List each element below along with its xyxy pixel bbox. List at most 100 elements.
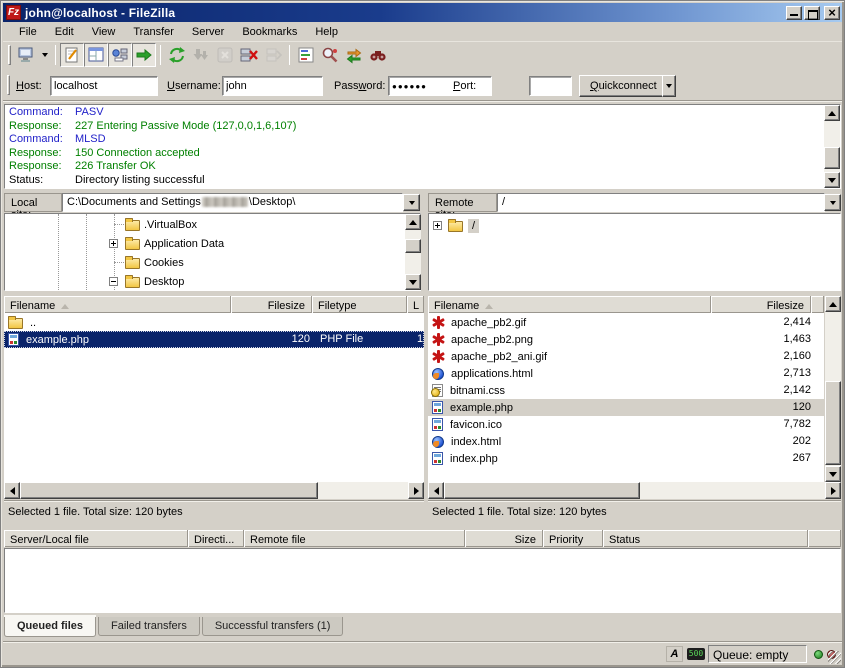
port-input[interactable] [529,76,572,96]
expand-icon[interactable] [433,221,442,230]
file-row[interactable]: bitnami.css2,142 [428,382,824,399]
remote-list-scrollbar[interactable] [825,296,841,482]
php-file-icon [8,333,19,346]
tree-item[interactable]: / [429,216,840,235]
toggle-local-tree-button[interactable] [84,43,108,67]
column-last-modified[interactable]: L [407,296,424,313]
file-row[interactable]: applications.html2,713 [428,365,824,382]
scroll-up-button[interactable] [824,105,840,121]
scroll-thumb[interactable] [405,239,421,253]
local-file-list[interactable]: .. example.php 120 PHP File 1 [4,313,424,482]
minimize-button[interactable] [786,6,802,20]
remote-site-dropdown[interactable] [824,194,841,211]
scroll-left-button[interactable] [4,482,20,499]
remote-directory-tree[interactable]: / [428,213,841,291]
file-row[interactable]: index.html202 [428,433,824,450]
close-button[interactable] [824,6,840,20]
local-site-dropdown[interactable] [403,194,420,211]
menu-help[interactable]: Help [306,23,347,41]
scroll-up-button[interactable] [405,214,421,230]
file-row[interactable]: apache_pb2.gif2,414 [428,314,824,331]
site-manager-dropdown[interactable] [38,44,51,66]
tree-item[interactable]: Desktop [5,272,420,291]
transfer-queue-list[interactable] [4,548,841,613]
column-server-local-file[interactable]: Server/Local file [4,530,188,547]
scroll-down-button[interactable] [405,274,421,290]
tab-successful-transfers[interactable]: Successful transfers (1) [202,617,344,636]
column-size[interactable]: Size [465,530,543,547]
refresh-button[interactable] [165,43,189,67]
column-filename[interactable]: Filename [4,296,231,313]
local-tree-scrollbar[interactable] [405,214,421,290]
remote-file-list[interactable]: apache_pb2.gif2,414 apache_pb2.png1,463 … [428,313,824,482]
column-status[interactable]: Status [603,530,808,547]
scroll-up-button[interactable] [825,296,841,312]
tree-item[interactable]: Cookies [5,253,420,272]
column-filename[interactable]: Filename [428,296,711,313]
menu-edit[interactable]: Edit [46,23,83,41]
synchronized-browsing-button[interactable] [342,43,366,67]
menu-view[interactable]: View [83,23,125,41]
filter-button[interactable] [294,43,318,67]
toggle-message-log-button[interactable] [60,43,84,67]
message-log[interactable]: Command:PASV Response:227 Entering Passi… [4,104,841,189]
remote-site-combobox[interactable]: / [497,193,825,212]
column-filesize[interactable]: Filesize [231,296,312,313]
file-row[interactable]: index.php267 [428,450,824,467]
host-input[interactable] [50,76,158,96]
maximize-button[interactable] [804,6,820,20]
collapse-icon[interactable] [109,277,118,286]
scroll-thumb[interactable] [444,482,640,499]
toolbar-grip[interactable] [8,45,11,65]
file-row-selected[interactable]: example.php120 [428,399,824,416]
menu-server[interactable]: Server [183,23,233,41]
column-filesize[interactable]: Filesize [711,296,811,313]
scroll-right-button[interactable] [825,482,841,499]
tree-item[interactable]: Application Data [5,234,420,253]
file-row[interactable]: .. [4,314,424,331]
title-bar[interactable]: Fz john@localhost - FileZilla [3,3,842,22]
log-scrollbar[interactable] [824,105,840,188]
column-direction[interactable]: Directi... [188,530,244,547]
quickconnect-grip[interactable] [7,75,10,95]
resize-grip[interactable] [828,651,841,664]
scroll-left-button[interactable] [428,482,444,499]
column-priority[interactable]: Priority [543,530,603,547]
username-input[interactable] [222,76,323,96]
scroll-down-button[interactable] [824,172,840,188]
scroll-right-button[interactable] [408,482,424,499]
transfer-type-indicator-icon[interactable]: A [666,646,683,662]
scroll-down-button[interactable] [825,466,841,482]
find-files-button[interactable] [366,43,390,67]
column-remote-file[interactable]: Remote file [244,530,465,547]
file-row[interactable]: favicon.ico7,782 [428,416,824,433]
site-manager-icon [16,45,36,65]
disconnect-button[interactable] [237,43,261,67]
quickconnect-button[interactable]: Quickconnect [579,75,668,97]
file-row[interactable]: apache_pb2_ani.gif2,160 [428,348,824,365]
menu-bookmarks[interactable]: Bookmarks [233,23,306,41]
site-manager-button[interactable] [14,43,38,67]
quickconnect-dropdown[interactable] [662,75,676,97]
password-input[interactable] [388,76,492,96]
local-list-hscrollbar[interactable] [4,482,424,499]
toggle-remote-tree-button[interactable] [108,43,132,67]
scroll-thumb[interactable] [824,147,840,169]
menu-transfer[interactable]: Transfer [124,23,183,41]
speed-limit-icon[interactable]: 500 [687,648,705,660]
tree-item[interactable]: .VirtualBox [5,215,420,234]
scroll-thumb[interactable] [825,381,841,465]
file-row-selected[interactable]: example.php 120 PHP File 1 [4,331,424,348]
tab-queued-files[interactable]: Queued files [4,617,96,637]
local-site-combobox[interactable]: C:\Documents and Settings\Desktop\ [62,193,403,212]
tab-failed-transfers[interactable]: Failed transfers [98,617,200,636]
menu-file[interactable]: File [10,23,46,41]
remote-list-hscrollbar[interactable] [428,482,841,499]
expand-icon[interactable] [109,239,118,248]
column-filetype[interactable]: Filetype [312,296,407,313]
scroll-thumb[interactable] [20,482,318,499]
local-directory-tree[interactable]: .VirtualBox Application Data Cookies Des… [4,213,421,291]
file-row[interactable]: apache_pb2.png1,463 [428,331,824,348]
toggle-transfer-queue-button[interactable] [132,43,156,67]
directory-comparison-button[interactable] [318,43,342,67]
